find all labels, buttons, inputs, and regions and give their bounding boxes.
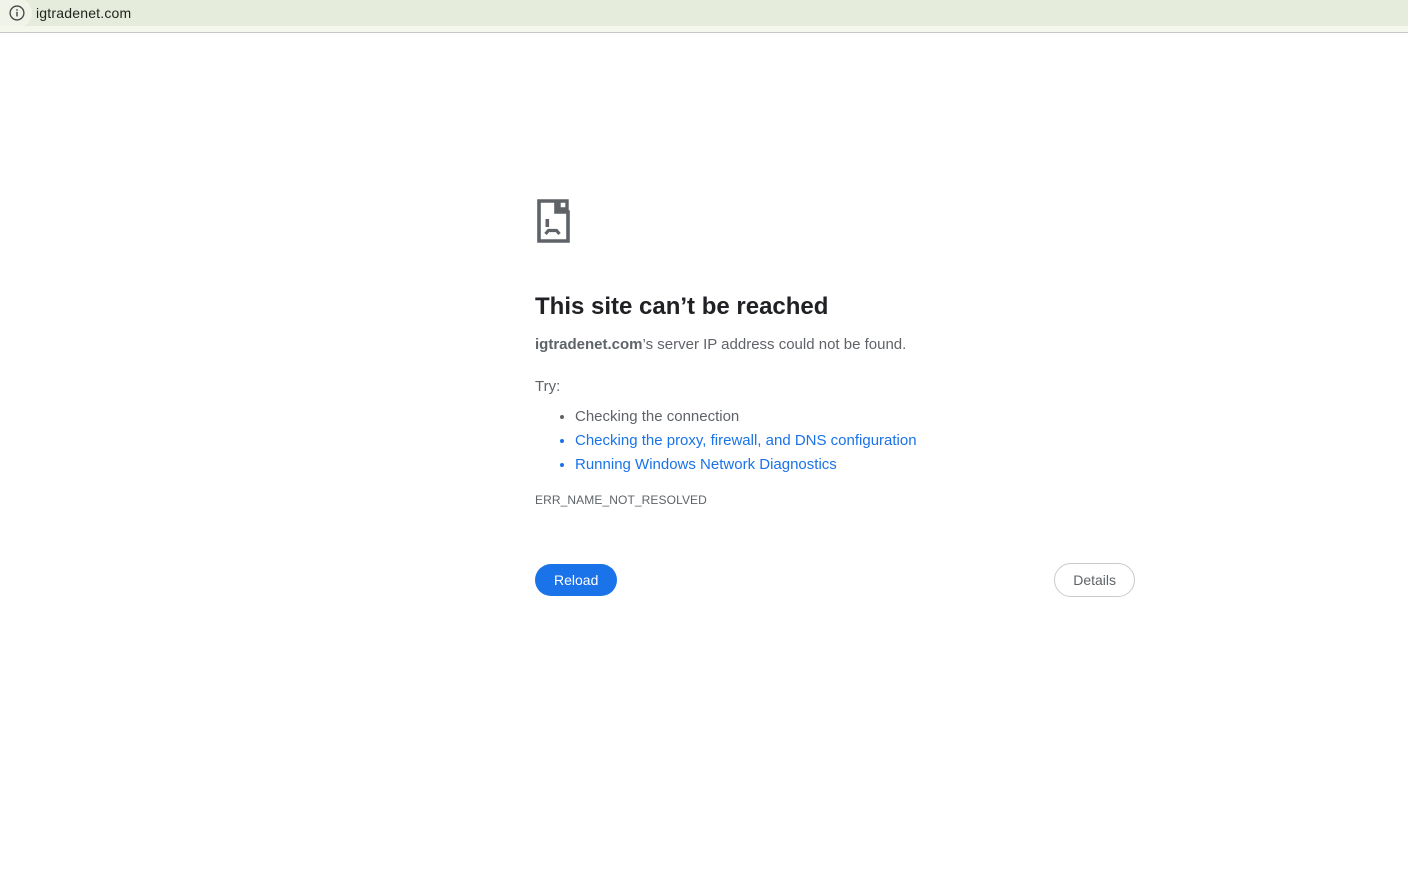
details-button[interactable]: Details xyxy=(1054,563,1135,597)
error-page: This site can’t be reached igtradenet.co… xyxy=(535,198,1135,597)
suggestion-network-diagnostics-link[interactable]: Running Windows Network Diagnostics xyxy=(575,453,1135,477)
bookmarks-strip xyxy=(0,26,1408,33)
suggestion-list: Checking the connection Checking the pro… xyxy=(535,405,1135,477)
sad-page-icon xyxy=(537,199,570,243)
error-description-rest: ’s server IP address could not be found. xyxy=(642,336,907,353)
try-label: Try: xyxy=(535,378,561,395)
error-description: igtradenet.com’s server IP address could… xyxy=(535,335,1135,354)
suggestion-checking-connection: Checking the connection xyxy=(575,405,1135,429)
reload-button[interactable]: Reload xyxy=(535,564,618,596)
error-code: ERR_NAME_NOT_RESOLVED xyxy=(535,493,707,507)
browser-address-bar[interactable]: igtradenet.com xyxy=(0,0,1408,26)
omnibox-url[interactable]: igtradenet.com xyxy=(36,5,131,21)
error-domain: igtradenet.com xyxy=(535,336,643,353)
suggestion-proxy-firewall-dns-link[interactable]: Checking the proxy, firewall, and DNS co… xyxy=(575,429,1135,453)
info-icon[interactable] xyxy=(8,4,26,22)
action-button-row: Reload Details xyxy=(535,563,1135,597)
error-title: This site can’t be reached xyxy=(535,293,829,320)
